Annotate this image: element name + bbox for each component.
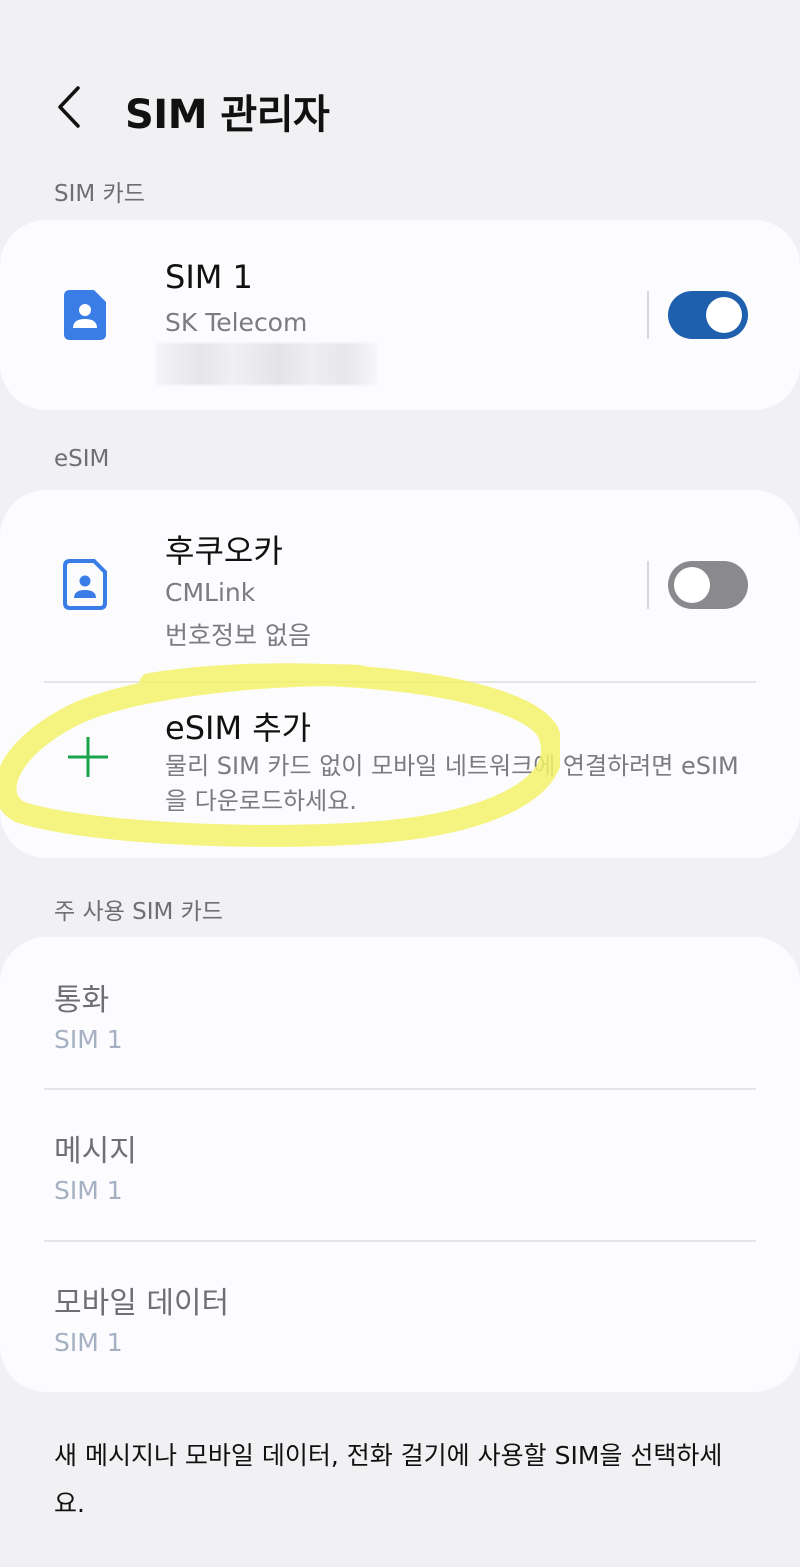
- pref-value-calls: SIM 1: [54, 1025, 123, 1054]
- row-divider-vertical: [647, 291, 649, 339]
- toggle-knob: [674, 567, 710, 603]
- pref-value-mobile-data: SIM 1: [54, 1328, 123, 1357]
- section-label-primary: 주 사용 SIM 카드: [54, 899, 223, 925]
- esim1-toggle[interactable]: [668, 561, 748, 609]
- toggle-knob: [706, 297, 742, 333]
- pref-row-mobile-data[interactable]: 모바일 데이터 SIM 1: [0, 1242, 800, 1392]
- back-arrow-icon[interactable]: [50, 82, 90, 132]
- esim-icon: [63, 559, 107, 610]
- sim1-toggle[interactable]: [668, 291, 748, 339]
- app-header: SIM 관리자: [0, 60, 800, 160]
- row-divider-vertical: [647, 561, 649, 609]
- section-label-sim-card: SIM 카드: [54, 181, 145, 207]
- esim1-row[interactable]: 후쿠오카 CMLink 번호정보 없음: [0, 490, 800, 682]
- sim1-row[interactable]: SIM 1 SK Telecom: [0, 220, 800, 410]
- esim-card: 후쿠오카 CMLink 번호정보 없음 eSIM 추가 물리 SIM 카드 없이…: [0, 490, 800, 858]
- sim1-name: SIM 1: [165, 258, 253, 296]
- add-esim-description: 물리 SIM 카드 없이 모바일 네트워크에 연결하려면 eSIM을 다운로드하…: [165, 752, 739, 815]
- sim-card-icon: [64, 290, 106, 340]
- sim1-carrier: SK Telecom: [165, 308, 308, 337]
- primary-sim-card: 통화 SIM 1 메시지 SIM 1 모바일 데이터 SIM 1: [0, 937, 800, 1392]
- redacted-phone-number: [156, 343, 378, 385]
- pref-title-calls: 통화: [54, 983, 110, 1018]
- esim1-number: 번호정보 없음: [165, 621, 311, 650]
- sim-manager-screen: SIM 관리자 SIM 카드 SIM 1 SK Telecom eSIM 후쿠오…: [0, 0, 800, 1567]
- pref-row-calls[interactable]: 통화 SIM 1: [0, 937, 800, 1089]
- pref-title-messages: 메시지: [54, 1134, 137, 1169]
- footer-note: 새 메시지나 모바일 데이터, 전화 걸기에 사용할 SIM을 선택하세요.: [54, 1441, 723, 1518]
- add-esim-title: eSIM 추가: [165, 709, 312, 747]
- page-title: SIM 관리자: [125, 92, 330, 138]
- esim1-name: 후쿠오카: [165, 532, 283, 570]
- add-esim-row[interactable]: eSIM 추가 물리 SIM 카드 없이 모바일 네트워크에 연결하려면 eSI…: [0, 683, 800, 858]
- esim1-carrier: CMLink: [165, 578, 256, 607]
- pref-row-messages[interactable]: 메시지 SIM 1: [0, 1090, 800, 1240]
- section-label-esim: eSIM: [54, 446, 110, 472]
- pref-title-mobile-data: 모바일 데이터: [54, 1286, 230, 1321]
- sim-card-card: SIM 1 SK Telecom: [0, 220, 800, 410]
- plus-icon: [68, 737, 108, 777]
- pref-value-messages: SIM 1: [54, 1176, 123, 1205]
